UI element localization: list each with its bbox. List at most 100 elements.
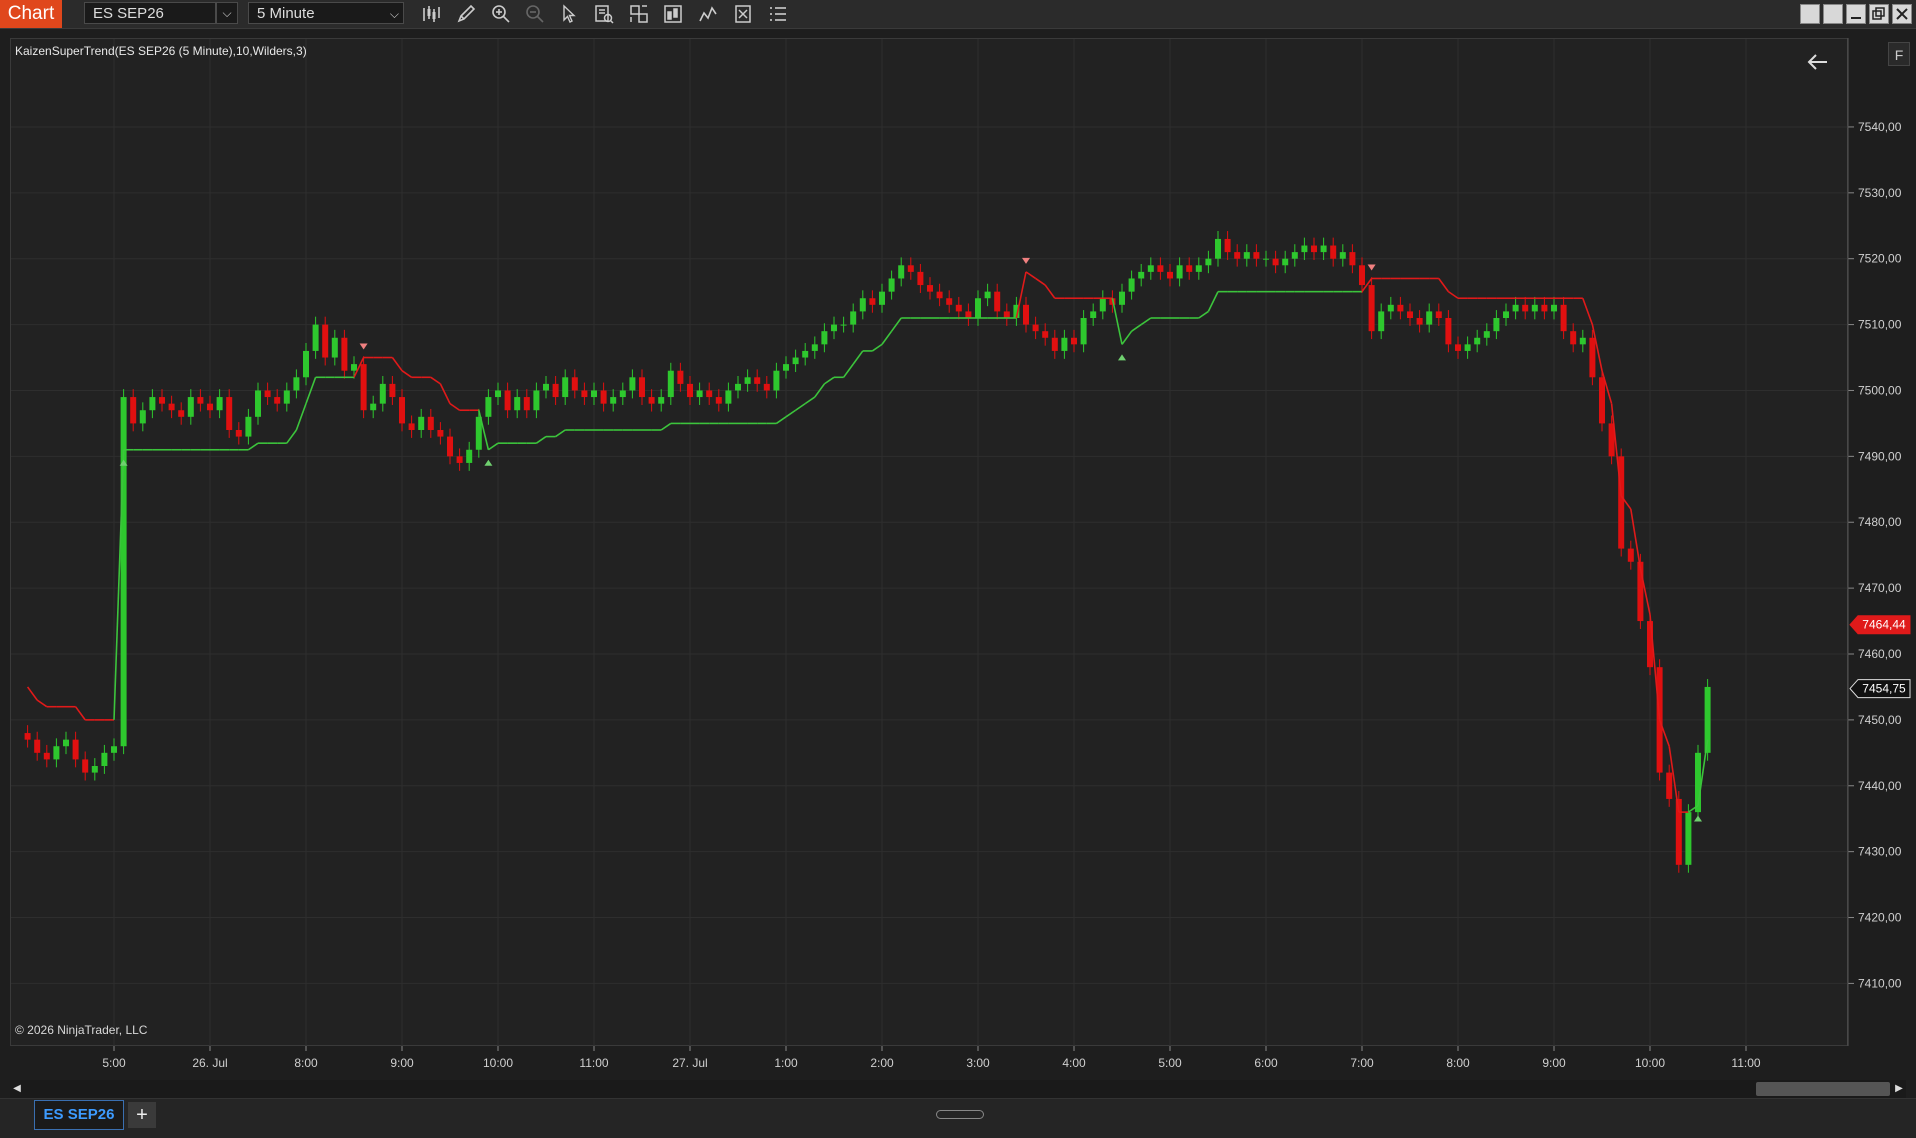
candle-body [207, 403, 213, 411]
candle-body [581, 390, 588, 398]
candle-body [821, 331, 828, 345]
candle-body [72, 739, 79, 760]
signal-up-arrow-icon [484, 459, 493, 466]
y-tick-label: 7430,00 [1858, 845, 1902, 859]
candle-body [1128, 278, 1135, 292]
candle-body [24, 733, 31, 740]
candle-body [1541, 304, 1548, 312]
candle-body [389, 383, 396, 398]
candle-body [437, 430, 444, 437]
candle-body [802, 350, 809, 358]
candle-body [629, 377, 636, 391]
candle-body [888, 278, 895, 292]
supertrend-up-line [487, 442, 499, 451]
candle-body [495, 390, 501, 398]
horizontal-scrollbar[interactable] [10, 1080, 1906, 1098]
candle-body [245, 416, 252, 437]
candle-body [1042, 331, 1049, 338]
candle-body [783, 364, 789, 371]
candle-body [763, 383, 770, 391]
candle-body [1531, 304, 1538, 312]
tab-es-sep26[interactable]: ES SEP26 [34, 1100, 124, 1130]
candle-body [965, 311, 972, 318]
supertrend-down-line [1025, 271, 1037, 280]
candle-body [1263, 258, 1269, 260]
candle-body [274, 397, 281, 404]
supertrend-down-line [26, 686, 38, 701]
candle-body [715, 397, 722, 404]
candle-body [811, 344, 818, 351]
candle-body [591, 390, 597, 398]
y-tick-label: 7420,00 [1858, 911, 1902, 925]
candle-body [1176, 265, 1183, 279]
x-tick-label: 3:00 [966, 1056, 990, 1070]
y-tick-label: 7460,00 [1858, 647, 1902, 661]
supertrend-up-line [1140, 317, 1152, 326]
candle-body [1503, 311, 1509, 318]
back-arrow-icon[interactable] [1806, 50, 1830, 74]
candle-body [91, 766, 98, 773]
candle-body [831, 324, 837, 332]
supertrend-up-line [1121, 330, 1133, 345]
candle-body [178, 410, 185, 417]
candle-body [408, 423, 415, 430]
candle-body [1311, 245, 1317, 253]
scroll-thumb[interactable] [1756, 1082, 1890, 1096]
supertrend-up-line [1131, 323, 1142, 332]
candle-body [1215, 238, 1221, 259]
y-tick-label: 7490,00 [1858, 449, 1902, 463]
candle-body [552, 383, 559, 398]
candle-body [504, 390, 511, 411]
candle-body [677, 370, 684, 384]
candle-body [514, 397, 521, 411]
add-tab-button[interactable]: + [128, 1102, 156, 1128]
candle-body [1090, 311, 1097, 318]
scroll-right-icon[interactable]: ▶ [1892, 1080, 1906, 1098]
y-tick-label: 7500,00 [1858, 383, 1902, 397]
candle-body [1560, 304, 1567, 332]
candle-body [658, 397, 665, 404]
candle-body [312, 324, 319, 351]
supertrend-down-line [1438, 277, 1450, 293]
supertrend-down-line [449, 402, 461, 411]
signal-up-arrow-icon [1694, 815, 1702, 822]
supertrend-up-line [785, 409, 797, 418]
candle-body [946, 298, 953, 305]
candle-body [1685, 812, 1692, 865]
candle-body [840, 324, 847, 326]
y-tick-label: 7540,00 [1858, 120, 1902, 134]
candle-body [1589, 337, 1596, 378]
supertrend-up-line [804, 396, 816, 405]
scroll-left-icon[interactable]: ◀ [10, 1080, 24, 1098]
candle-body [773, 370, 780, 391]
candle-body [1474, 337, 1481, 345]
supertrend-up-line [535, 435, 547, 444]
supertrend-down-line [1447, 290, 1459, 299]
resize-grip[interactable] [936, 1110, 984, 1119]
candle-body [1445, 318, 1452, 345]
candle-body [53, 746, 60, 760]
x-tick-label: 1:00 [774, 1056, 798, 1070]
candle-body [706, 390, 713, 398]
supertrend-up-line [247, 442, 259, 451]
candle-body [639, 377, 645, 398]
candle-body [159, 397, 165, 404]
x-tick-label: 26. Jul [192, 1056, 227, 1070]
candle-body [1455, 344, 1461, 351]
candle-body [235, 430, 242, 437]
candle-body [418, 416, 425, 430]
supertrend-up-line [555, 429, 566, 438]
candle-body [648, 397, 655, 404]
chart-canvas: 7540,00 7530,00 7520,00 7510,00 7500,00 7490,… [11, 38, 1911, 1070]
candle-body [725, 390, 732, 404]
candle-body [1167, 271, 1173, 279]
x-tick-label: 6:00 [1254, 1056, 1278, 1070]
candle-body [984, 291, 991, 299]
f-button[interactable]: F [1888, 42, 1910, 66]
candle-body [1138, 271, 1145, 279]
candle-body [696, 390, 703, 398]
candle-body [1426, 311, 1433, 325]
y-tick-label: 7440,00 [1858, 779, 1902, 793]
copyright-text: © 2026 NinjaTrader, LLC [15, 1023, 148, 1037]
supertrend-up-line [295, 403, 307, 431]
